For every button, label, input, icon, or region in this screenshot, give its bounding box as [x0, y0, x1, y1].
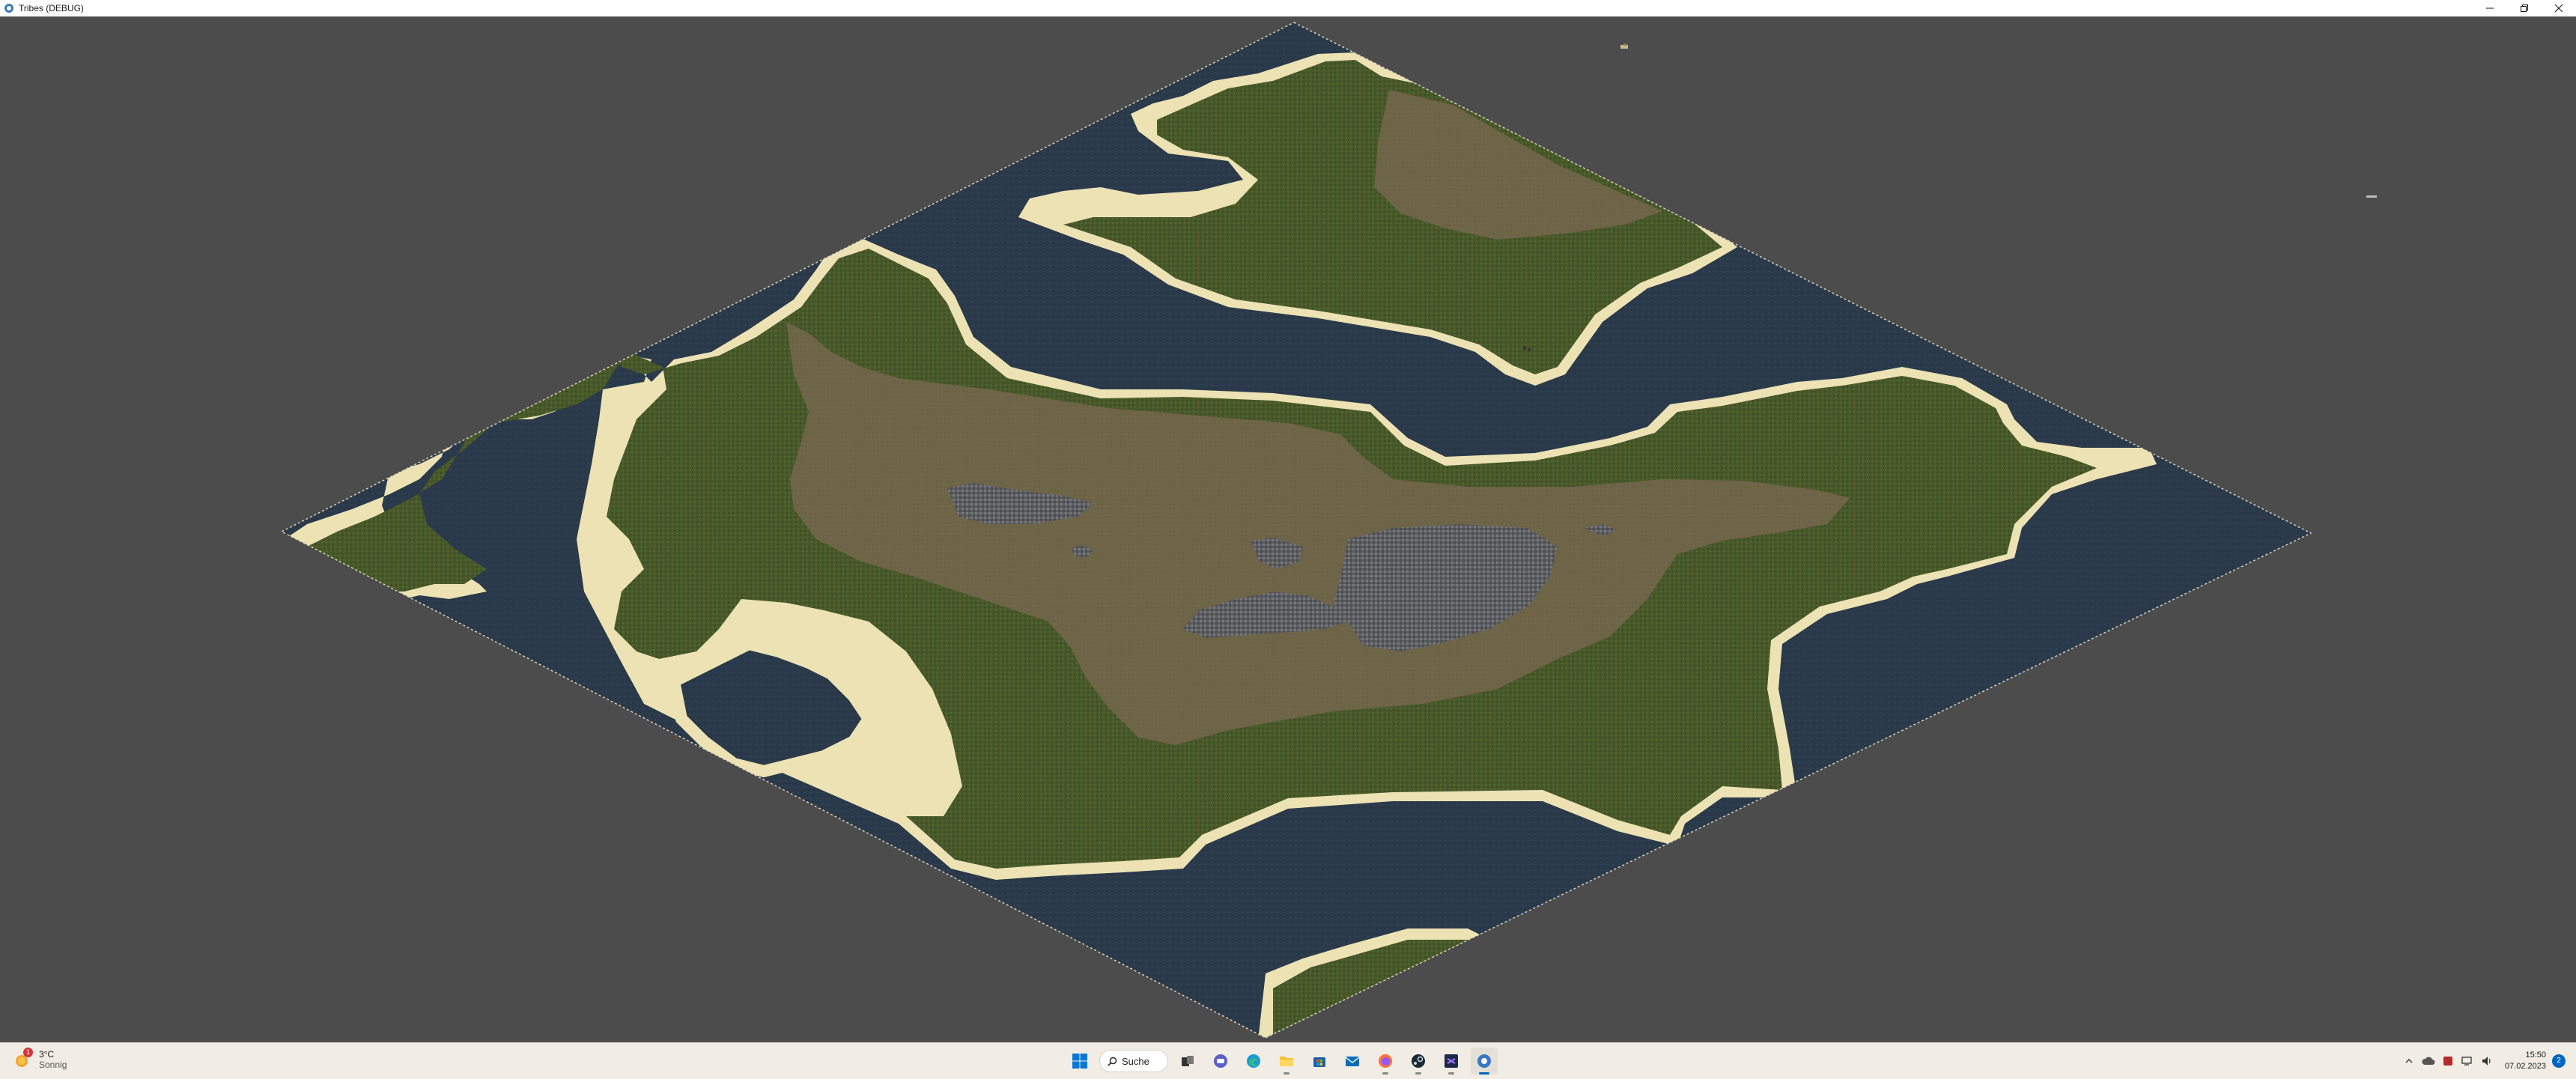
running-indicator	[1382, 1072, 1388, 1075]
chevron-up-icon[interactable]	[2402, 1054, 2416, 1069]
notification-badge[interactable]: 2	[2552, 1054, 2566, 1068]
edge-icon	[1247, 1054, 1260, 1068]
terrain-map[interactable]	[0, 16, 2576, 1042]
restore-icon	[2521, 4, 2528, 12]
start-icon	[1072, 1054, 1087, 1069]
window-titlebar[interactable]: Tribes (DEBUG)	[0, 0, 2576, 16]
search-icon	[1108, 1057, 1117, 1066]
running-indicator	[1284, 1072, 1289, 1075]
weather-sun-icon: 1	[13, 1048, 33, 1069]
file-explorer-icon	[1280, 1057, 1293, 1066]
store-button[interactable]	[1306, 1048, 1333, 1075]
weather-condition: Sonnig	[39, 1060, 67, 1070]
active-indicator	[1479, 1072, 1489, 1075]
edge-button[interactable]	[1240, 1048, 1267, 1075]
clock-date: 07.02.2023	[2504, 1062, 2546, 1071]
file-explorer-button[interactable]	[1273, 1048, 1300, 1075]
clock[interactable]: 15:50 07.02.2023	[2505, 1050, 2546, 1072]
restore-button[interactable]	[2507, 0, 2542, 16]
task-view-button[interactable]	[1174, 1048, 1201, 1075]
close-button[interactable]	[2542, 0, 2576, 16]
clock-time: 15:50	[2525, 1051, 2546, 1060]
steam-button[interactable]	[1405, 1048, 1432, 1075]
app-tray-icon[interactable]	[2440, 1054, 2455, 1069]
firefox-button[interactable]	[1372, 1048, 1399, 1075]
store-icon	[1313, 1057, 1325, 1067]
firefox-icon	[1379, 1054, 1392, 1068]
network-icon[interactable]	[2460, 1054, 2475, 1069]
visual-studio-icon	[1445, 1054, 1458, 1068]
tribes-app-icon	[1477, 1054, 1491, 1068]
running-indicator	[1448, 1072, 1454, 1075]
visual-studio-button[interactable]	[1438, 1048, 1465, 1075]
task-view-icon	[1182, 1056, 1194, 1066]
search-label: Suche	[1122, 1055, 1149, 1067]
system-tray: 15:50 07.02.2023 2	[2402, 1043, 2576, 1079]
weather-badge: 1	[23, 1048, 33, 1057]
mail-icon	[1345, 1057, 1360, 1066]
tribes-app-icon	[4, 4, 13, 13]
weather-temp: 3°C	[39, 1049, 55, 1060]
chat-icon	[1214, 1054, 1227, 1068]
running-indicator	[1415, 1072, 1421, 1075]
weather-widget[interactable]: 1 3°C Sonnig	[13, 1048, 67, 1070]
game-viewport[interactable]	[0, 16, 2576, 1042]
close-icon	[2554, 4, 2563, 13]
taskbar: 1 3°C Sonnig Suche 15:50 07.02.2023 2	[0, 1042, 2576, 1079]
minimize-button[interactable]	[2473, 0, 2507, 16]
taskbar-search[interactable]: Suche	[1099, 1050, 1168, 1072]
minimize-icon	[2486, 7, 2494, 9]
window-title: Tribes (DEBUG)	[19, 3, 84, 13]
chat-button[interactable]	[1207, 1048, 1234, 1075]
map-marker-ne[interactable]	[1620, 43, 1628, 49]
mail-button[interactable]	[1339, 1048, 1366, 1075]
taskbar-apps: Suche	[1066, 1048, 1498, 1075]
cloud-sync-icon[interactable]	[2421, 1054, 2436, 1069]
steam-icon	[1412, 1054, 1425, 1068]
tribes-taskbar-button[interactable]	[1471, 1048, 1498, 1075]
start-button[interactable]	[1066, 1048, 1093, 1075]
volume-icon[interactable]	[2479, 1054, 2494, 1069]
debug-marker	[2366, 195, 2377, 198]
